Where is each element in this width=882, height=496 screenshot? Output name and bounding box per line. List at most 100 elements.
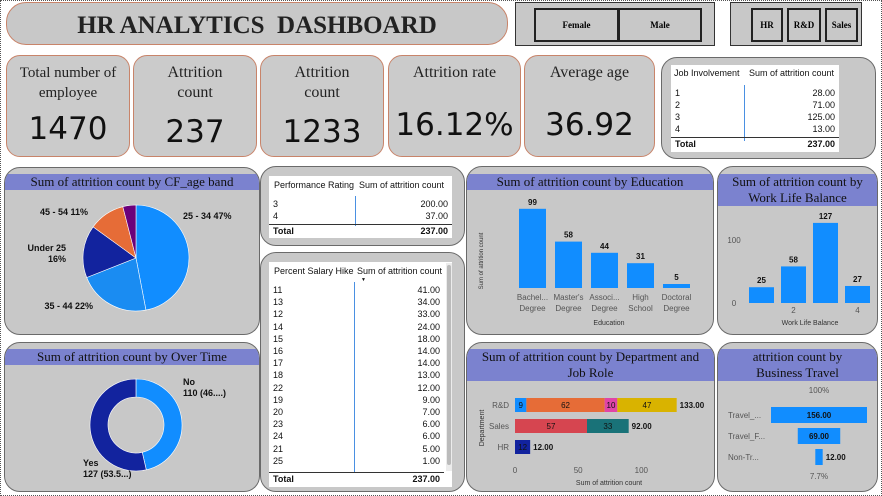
table-row: 22 12.00 — [269, 382, 444, 394]
bar-data-label: 27 — [853, 275, 862, 284]
job-involvement-table: Job Involvement Sum of attrition count 1… — [671, 65, 839, 152]
table-header[interactable]: Performance Rating — [274, 180, 354, 190]
cell-hike: 24 — [273, 431, 284, 442]
cell-value: 34.00 — [417, 297, 440, 308]
bar-total-label: 92.00 — [632, 422, 653, 431]
table-scrollbar[interactable] — [446, 263, 452, 471]
table-row: 25 1.00 — [269, 455, 444, 467]
table-row: 18 13.00 — [269, 369, 444, 381]
bar-education — [519, 208, 546, 288]
x-tick-label: High — [632, 293, 648, 302]
age-band-card: Sum of attrition count by CF_age band 25… — [4, 167, 260, 335]
pie-data-label: 25 - 34 47% — [183, 211, 232, 221]
cell-hike: 11 — [273, 285, 283, 295]
kpi-value: 16.12% — [395, 107, 514, 143]
cell-hike: 15 — [273, 333, 284, 344]
education-chart[interactable]: 99 Bachel... Degree 58 Master's Degree 44 Assoc… — [467, 191, 714, 335]
kpi-attrition-rate: Attrition rate 16.12% — [388, 55, 521, 157]
x-tick-label: Degree — [519, 304, 546, 313]
y-tick-label: HR — [497, 443, 509, 452]
kpi-label: Total number of employee — [19, 65, 117, 101]
bar-data-label: 12 — [518, 443, 527, 452]
y-axis-label: Department — [479, 410, 486, 447]
x-tick-label: School — [628, 304, 653, 313]
kpi-value: 1470 — [28, 111, 108, 147]
cell-value: 41.00 — [417, 285, 440, 295]
funnel-data-label: 12.00 — [826, 453, 847, 462]
kpi-label: Attrition count — [294, 64, 350, 101]
x-tick-label: 50 — [574, 466, 583, 475]
sort-arrow-icon[interactable]: ▼ — [361, 277, 366, 283]
work-life-card: Sum of attrition count by Work Life Bala… — [717, 166, 878, 335]
table-row: 21 5.00 — [269, 443, 444, 455]
travel-card: attrition count by Business Travel 100% T… — [717, 342, 878, 492]
bar-data-label: 62 — [561, 401, 570, 410]
overtime-chart[interactable]: No 110 (46....)Yes 127 (53.5...) — [5, 363, 260, 492]
cell-hike: 19 — [273, 394, 284, 405]
y-tick-label: 0 — [732, 299, 737, 308]
cell-value: 5.00 — [422, 443, 440, 454]
table-row: 23 6.00 — [269, 418, 444, 430]
age-band-chart[interactable]: 25 - 34 47% 35 - 44 22% Under 25 16% 45 - 54… — [5, 186, 260, 335]
cell-value: 24.00 — [417, 321, 440, 332]
department-slicer: HR R&D Sales — [730, 2, 862, 46]
table-header[interactable]: Job Involvement — [674, 68, 740, 78]
slicer-sales-button[interactable]: Sales — [825, 8, 858, 42]
bar-data-label: 58 — [564, 231, 573, 240]
kpi-total-employees: Total number of employee 1470 — [6, 55, 130, 157]
overtime-card: Sum of attrition count by Over Time No 11… — [4, 342, 260, 492]
bar-data-label: 127 — [819, 212, 833, 221]
kpi-attrition-count-2: Attrition count 1233 — [260, 55, 384, 157]
bar-data-label: 33 — [603, 422, 612, 431]
dept-role-chart[interactable]: R&D 9 62 10 47 133.00 Sales 57 33 92.00 HR 12 12.00 0… — [467, 383, 715, 492]
funnel-data-label: 69.00 — [809, 432, 830, 441]
table-header[interactable]: Sum of attrition count — [359, 180, 444, 190]
bar-data-label: 5 — [674, 273, 679, 282]
bar-data-label: 44 — [600, 242, 609, 251]
bar-data-label: 25 — [757, 276, 766, 285]
chart-title: Sum of attrition count by Department and… — [467, 349, 714, 381]
x-axis-label: Work Life Balance — [782, 320, 839, 327]
salary-hike-table: Percent Salary Hike Sum of attrition cou… — [269, 262, 452, 487]
table-row: 12 33.00 — [269, 308, 444, 320]
bar-total-label: 12.00 — [533, 443, 554, 452]
slicer-female-button[interactable]: Female — [534, 8, 619, 42]
table-header[interactable]: Sum of attrition count — [357, 266, 442, 276]
table-row: 15 18.00 — [269, 333, 444, 345]
cell-hike: 23 — [273, 419, 284, 430]
x-tick-label: Master's — [554, 293, 584, 302]
bar-data-label: 31 — [636, 252, 645, 261]
x-tick-label: Associ... — [589, 293, 619, 302]
cell-hike: 20 — [273, 407, 284, 417]
pie-data-label: 35 - 44 22% — [44, 301, 93, 311]
funnel-top-label: 100% — [809, 386, 829, 395]
table-header[interactable]: Sum of attrition count — [749, 68, 834, 78]
cell-value: 33.00 — [417, 309, 440, 320]
chart-title: Sum of attrition count by Education — [467, 174, 713, 190]
cell-value: 14.00 — [417, 346, 440, 356]
travel-chart[interactable]: 100% Travel_... 156.00 Travel_F... 69.00 Non-… — [718, 381, 878, 492]
cell-hike: 13 — [273, 297, 284, 308]
funnel-bottom-label: 7.7% — [810, 472, 828, 481]
education-card: Sum of attrition count by Education 99 Ba… — [466, 166, 714, 335]
kpi-value: 1233 — [282, 114, 362, 150]
chart-title: Sum of attrition count by Work Life Bala… — [718, 174, 877, 206]
slicer-male-button[interactable]: Male — [618, 8, 702, 42]
bar-work-life — [813, 222, 838, 303]
bar-data-label: 9 — [518, 401, 523, 410]
slicer-hr-button[interactable]: HR — [751, 8, 783, 42]
pie-slice-25-34 — [135, 204, 190, 311]
table-header[interactable]: Percent Salary Hike — [274, 266, 354, 276]
bar-education — [627, 263, 654, 288]
cell-value: 13.00 — [417, 370, 440, 381]
table-total-row: Total 237.00 — [269, 224, 452, 236]
y-axis-label: Sum of attrition count — [479, 232, 485, 289]
job-involvement-card: Job Involvement Sum of attrition count 1… — [661, 57, 876, 159]
work-life-chart[interactable]: 25 58 127 27 2 4 100 0 Work Life Balance — [718, 205, 878, 335]
funnel-category-label: Travel_F... — [728, 432, 765, 441]
x-tick-label: Degree — [555, 304, 582, 313]
slicer-rnd-button[interactable]: R&D — [787, 8, 821, 42]
cell-hike: 16 — [273, 346, 284, 356]
cell-value: 1.00 — [422, 455, 440, 466]
cell-value: 7.00 — [422, 407, 440, 417]
